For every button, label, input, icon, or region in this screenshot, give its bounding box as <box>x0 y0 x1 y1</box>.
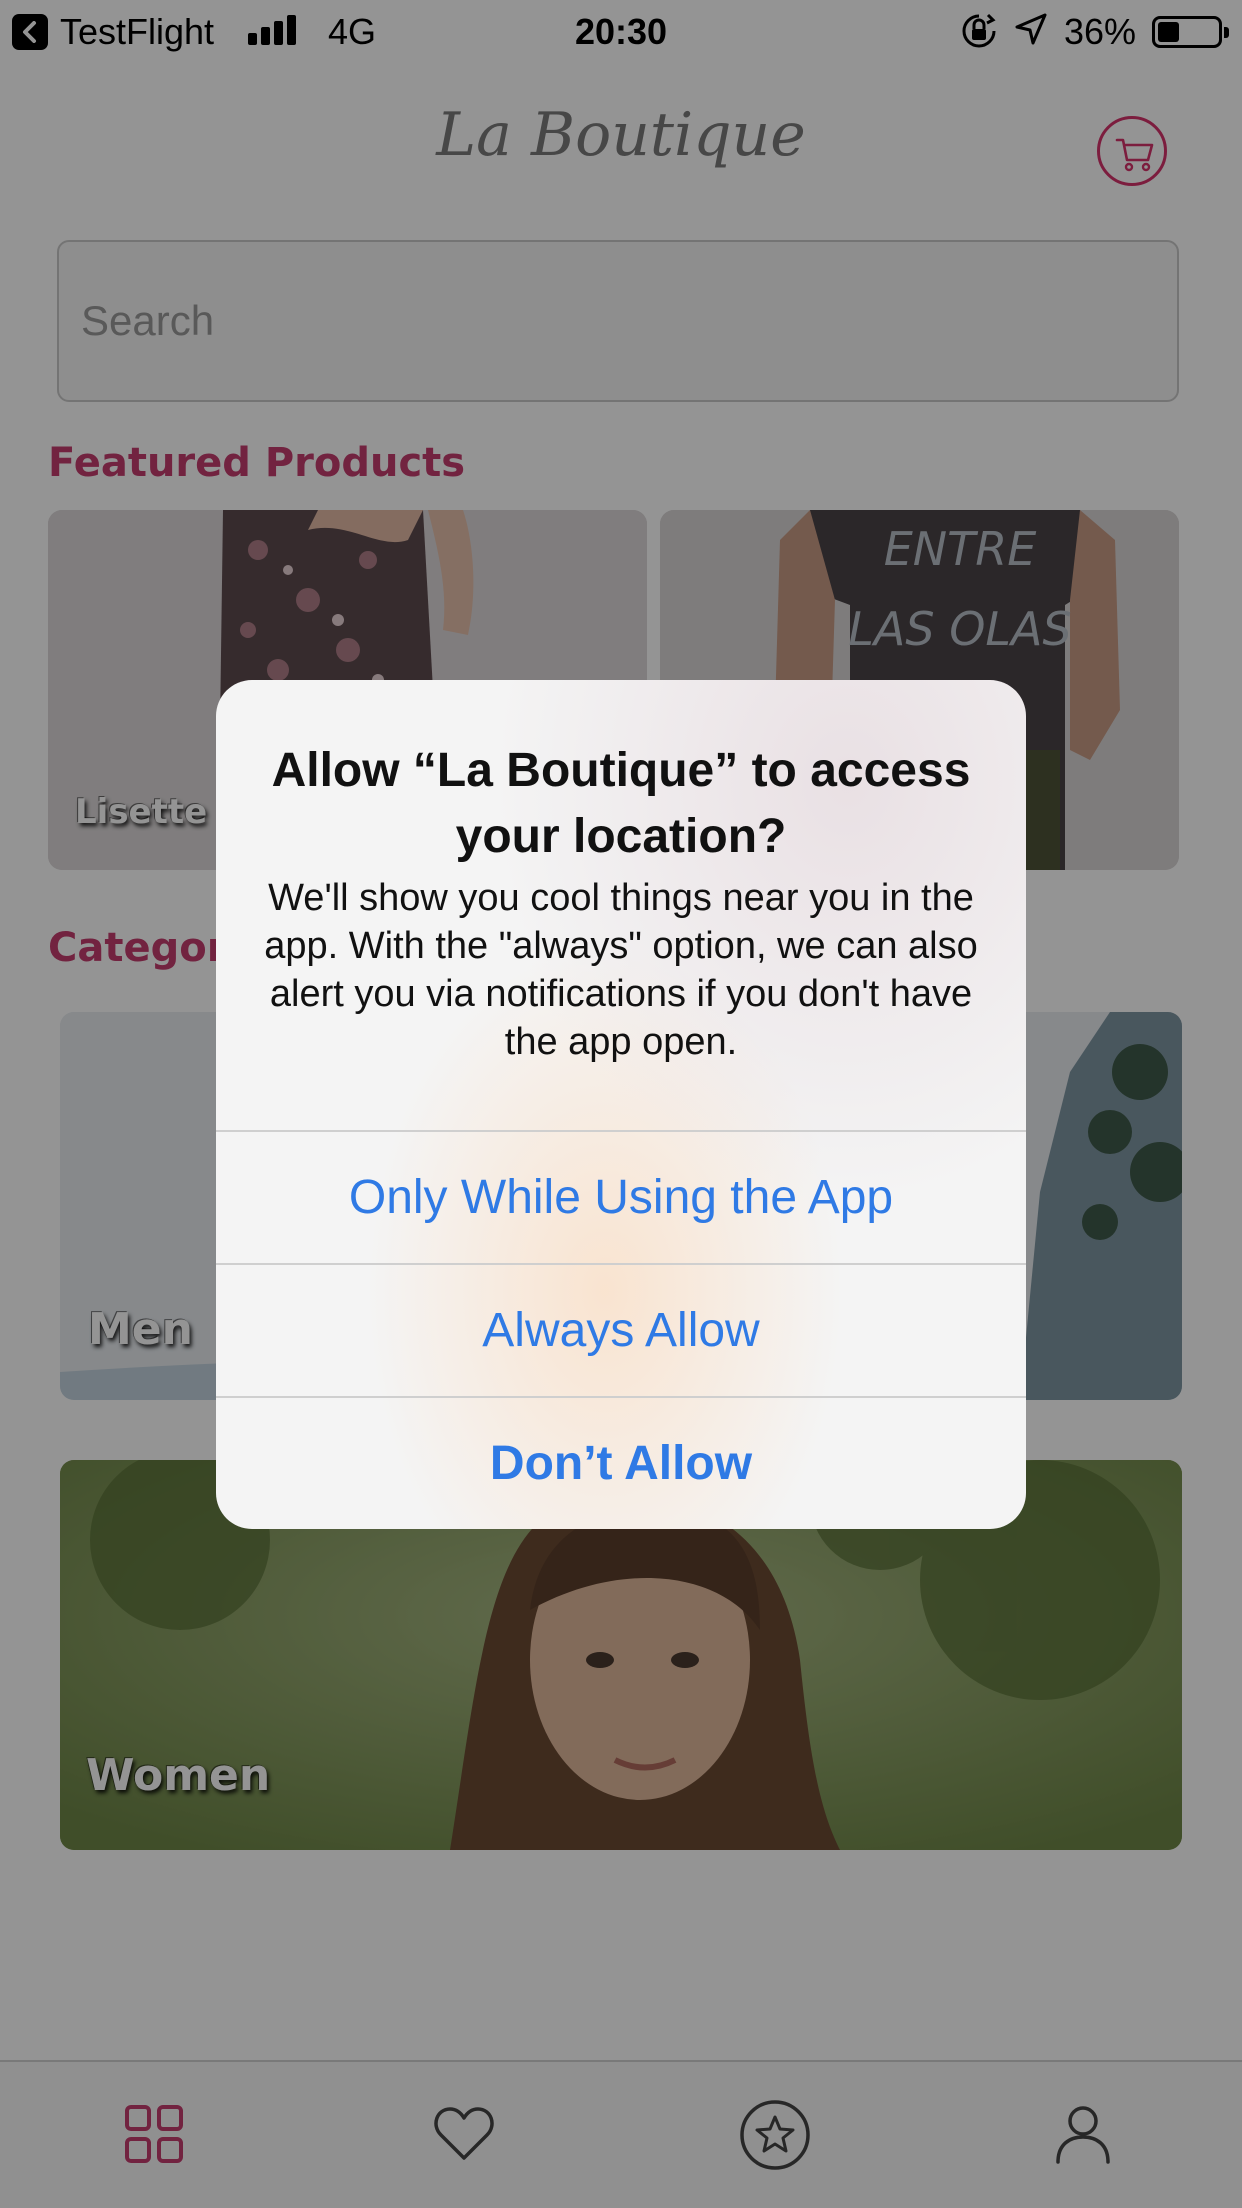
allow-while-using-button[interactable]: Only While Using the App <box>216 1130 1026 1263</box>
location-permission-alert: Allow “La Boutique” to access your locat… <box>216 680 1026 1529</box>
dont-allow-button[interactable]: Don’t Allow <box>216 1396 1026 1529</box>
alert-message: We'll show you cool things near you in t… <box>264 877 978 1063</box>
app-screen: TestFlight 4G 20:30 36% La Boutique Sear… <box>0 0 1242 2208</box>
alert-title: Allow “La Boutique” to access your locat… <box>271 744 971 863</box>
always-allow-button[interactable]: Always Allow <box>216 1263 1026 1396</box>
